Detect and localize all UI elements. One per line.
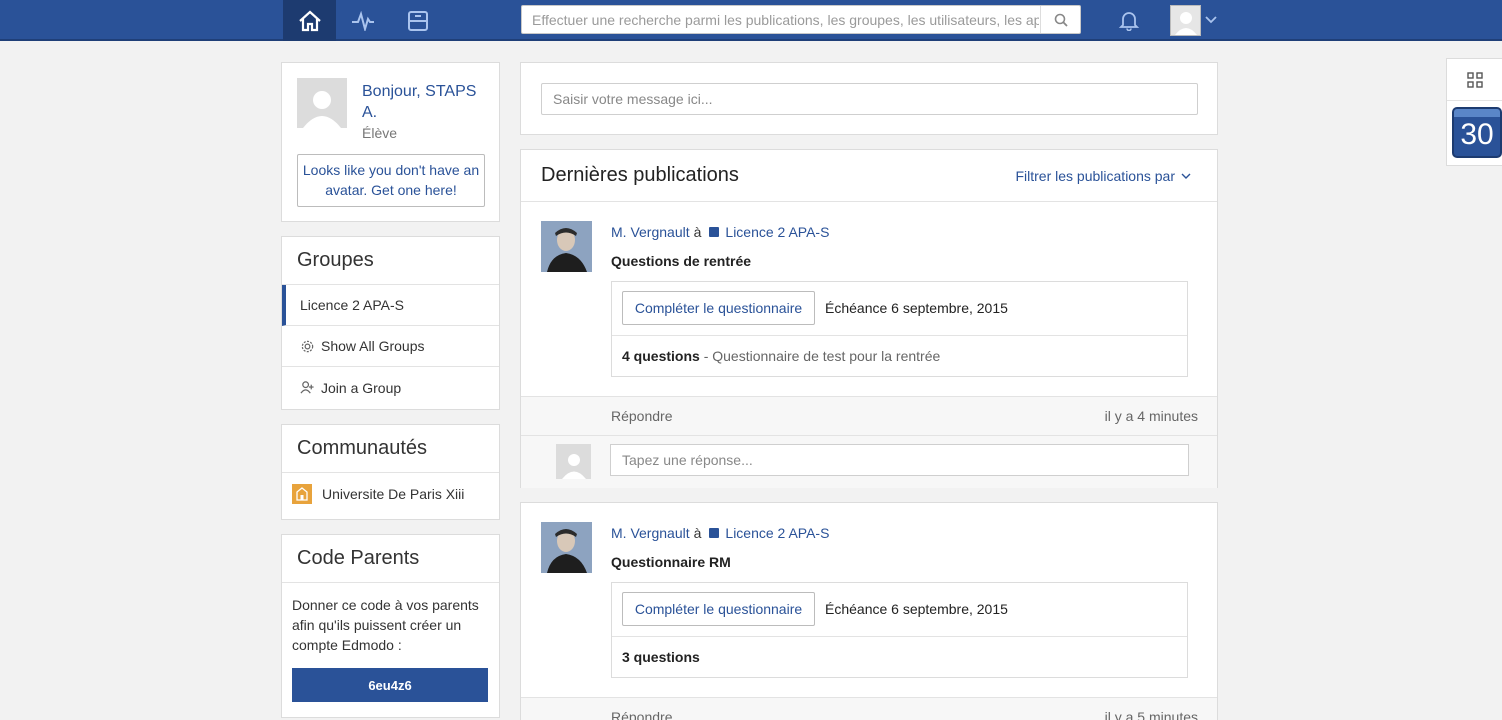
question-count: 4 questions [622, 348, 700, 364]
quiz-attachment: Compléter le questionnaire Échéance 6 se… [611, 281, 1188, 377]
author-link[interactable]: M. Vergnault [611, 525, 690, 541]
quiz-summary: 4 questions - Questionnaire de test pour… [612, 336, 1187, 376]
reply-link[interactable]: Répondre [611, 709, 673, 720]
author-avatar[interactable] [541, 221, 592, 272]
planner-button[interactable] [391, 0, 444, 41]
post-title: Questions de rentrée [611, 253, 752, 269]
community-label: Universite De Paris Xiii [322, 485, 465, 502]
sidebar-item-label: Join a Group [321, 379, 402, 396]
search-icon [1054, 13, 1068, 27]
post-footer: Répondre il y a 4 minutes [521, 396, 1217, 436]
post-connector: à [693, 525, 702, 541]
parent-code-title: Code Parents [282, 535, 499, 583]
complete-quiz-button[interactable]: Compléter le questionnaire [622, 291, 815, 325]
question-count: 3 questions [622, 649, 700, 665]
gear-icon [301, 340, 314, 352]
quiz-header: Compléter le questionnaire Échéance 6 se… [612, 282, 1187, 336]
chevron-down-icon [1205, 16, 1217, 24]
post-footer: Répondre il y a 5 minutes [521, 697, 1217, 720]
post-timestamp: il y a 5 minutes [1104, 709, 1198, 720]
quiz-attachment: Compléter le questionnaire Échéance 6 se… [611, 582, 1188, 678]
filter-label: Filtrer les publications par [1015, 168, 1175, 184]
sidebar-item-label: Licence 2 APA-S [300, 297, 405, 313]
welcome-card: Bonjour, STAPS A. Élève Looks like you d… [281, 62, 500, 222]
search-button[interactable] [1040, 6, 1080, 33]
profile-avatar[interactable] [297, 78, 347, 128]
parent-code-button[interactable]: 6eu4z6 [292, 668, 488, 702]
filter-posts-dropdown[interactable]: Filtrer les publications par [1015, 168, 1191, 184]
parent-code-text: Donner ce code à vos parents afin qu'ils… [292, 597, 479, 653]
sidebar-item-label: Show All Groups [321, 338, 425, 354]
top-navbar [0, 0, 1502, 41]
group-link[interactable]: Licence 2 APA-S [725, 224, 829, 240]
home-icon [298, 10, 321, 31]
reply-input[interactable] [610, 444, 1189, 476]
communities-card: Communautés Universite De Paris Xiii [281, 424, 500, 520]
post-meta: M. Vergnault à Licence 2 APA-S [611, 525, 829, 541]
progress-button[interactable] [336, 0, 389, 41]
post-connector: à [693, 224, 702, 240]
due-date: Échéance 6 septembre, 2015 [825, 300, 1008, 316]
chevron-down-icon [1181, 173, 1191, 179]
join-group-icon [300, 381, 314, 394]
feed-header: Dernières publications Filtrer les publi… [521, 150, 1217, 202]
group-link[interactable]: Licence 2 APA-S [725, 525, 829, 541]
sidebar-item-licence-2-apa-s[interactable]: Licence 2 APA-S [282, 285, 499, 326]
get-avatar-button[interactable]: Looks like you don't have an avatar. Get… [297, 154, 485, 207]
bell-icon [1118, 12, 1140, 31]
author-avatar[interactable] [541, 522, 592, 573]
reply-link[interactable]: Répondre [611, 408, 673, 424]
reply-avatar [556, 444, 591, 479]
calendar-icon [1454, 109, 1500, 117]
parent-code-card: Code Parents Donner ce code à vos parent… [281, 534, 500, 718]
author-link[interactable]: M. Vergnault [611, 224, 690, 240]
post-timestamp: il y a 4 minutes [1104, 408, 1198, 424]
due-date: Échéance 6 septembre, 2015 [825, 601, 1008, 617]
planner-icon [407, 10, 428, 31]
right-toolbar: 30 [1446, 58, 1502, 166]
reply-row [521, 436, 1217, 488]
greeting[interactable]: Bonjour, STAPS A. [362, 81, 487, 123]
apps-grid-icon [1467, 71, 1483, 88]
quiz-description: Questionnaire de test pour la rentrée [712, 348, 941, 364]
quiz-summary: 3 questions [612, 637, 1187, 677]
post-title: Questionnaire RM [611, 554, 731, 570]
feed-panel: Dernières publications Filtrer les publi… [520, 149, 1218, 488]
user-role: Élève [362, 125, 398, 141]
groups-title: Groupes [282, 237, 499, 285]
notifications-button[interactable] [1116, 7, 1142, 33]
community-icon [292, 483, 312, 504]
calendar-day: 30 [1460, 118, 1494, 151]
quiz-separator: - [703, 348, 709, 364]
calendar-button[interactable]: 30 [1452, 107, 1502, 158]
feed-title: Dernières publications [541, 164, 739, 186]
pulse-icon [351, 10, 374, 31]
message-input[interactable] [541, 83, 1198, 115]
groups-card: Groupes Licence 2 APA-S Show All Groups … [281, 236, 500, 410]
show-all-groups-link[interactable]: Show All Groups [282, 326, 499, 367]
group-color-icon [709, 528, 720, 538]
post-composer [520, 62, 1218, 135]
community-item[interactable]: Universite De Paris Xiii [282, 473, 499, 514]
user-menu[interactable] [1170, 4, 1217, 36]
post-meta: M. Vergnault à Licence 2 APA-S [611, 224, 829, 240]
join-group-link[interactable]: Join a Group [282, 367, 499, 408]
feed-post: M. Vergnault à Licence 2 APA-S Questionn… [520, 502, 1218, 720]
complete-quiz-button[interactable]: Compléter le questionnaire [622, 592, 815, 626]
global-search [521, 5, 1081, 34]
communities-title: Communautés [282, 425, 499, 473]
quiz-header: Compléter le questionnaire Échéance 6 se… [612, 583, 1187, 637]
home-button[interactable] [283, 0, 336, 41]
search-input[interactable] [522, 6, 1039, 33]
group-color-icon [709, 227, 720, 237]
user-avatar [1170, 4, 1201, 36]
apps-button[interactable] [1447, 59, 1502, 101]
